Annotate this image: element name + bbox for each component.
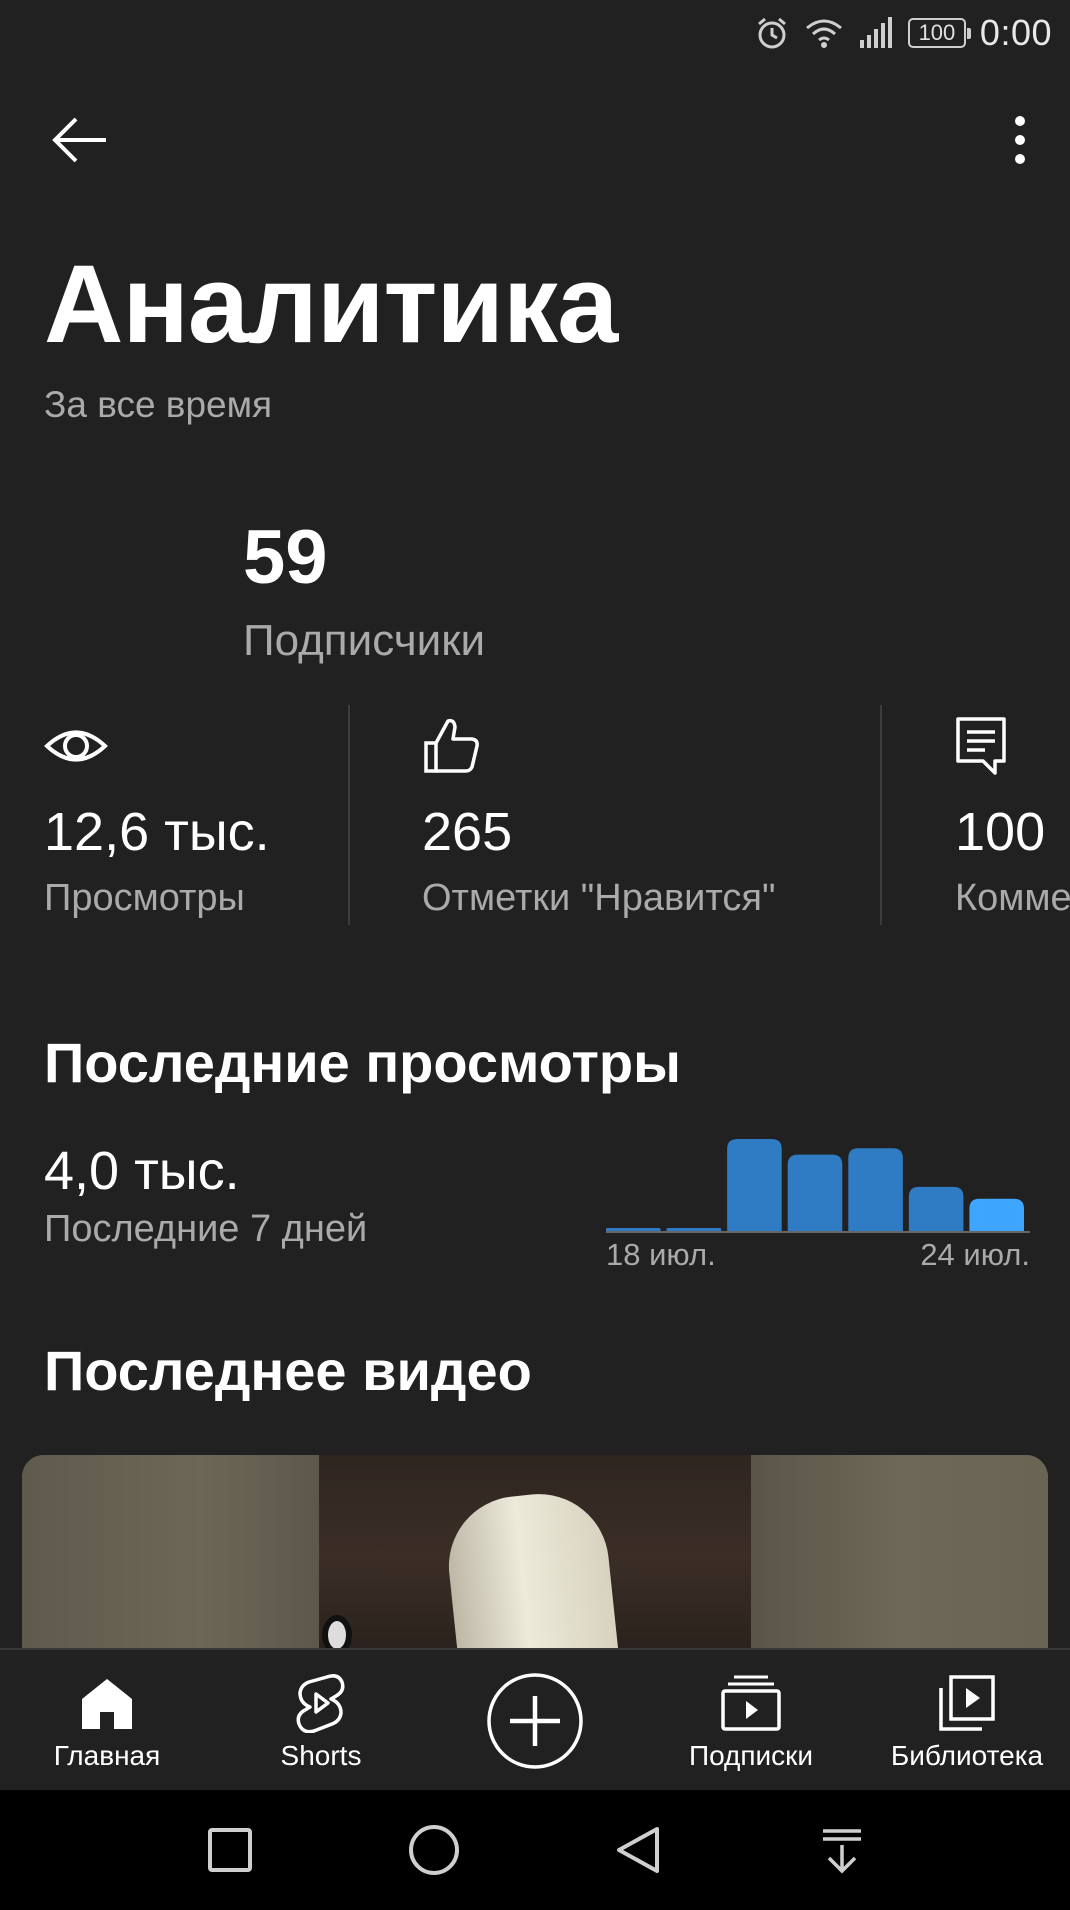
bottom-navigation: Главная Shorts Подписки Библиотека (0, 1648, 1070, 1790)
notifications-pull-button[interactable] (812, 1820, 872, 1880)
nav-library[interactable]: Библиотека (860, 1650, 1070, 1790)
back-button[interactable] (40, 105, 120, 175)
nav-shorts[interactable]: Shorts (214, 1650, 428, 1790)
stat-divider (348, 705, 350, 925)
thumbs-up-icon (424, 718, 479, 773)
recent-views-period: Последние 7 дней (44, 1208, 368, 1250)
home-icon (82, 1679, 132, 1729)
stat-value: 265 (422, 802, 513, 862)
stats-row: 12,6 тыс. Просмотры 265 Отметки "Нравитс… (0, 705, 1070, 925)
page-subtitle: За все время (44, 384, 273, 425)
nav-label: Библиотека (890, 1740, 1044, 1771)
arrow-left-icon (52, 117, 106, 163)
signal-icon (859, 17, 892, 48)
nav-home[interactable]: Главная (0, 1650, 214, 1790)
nav-label: Shorts (280, 1740, 362, 1771)
latest-video-thumbnail[interactable] (22, 1455, 1048, 1655)
page-title: Аналитика (44, 243, 618, 366)
chart-bar (787, 1154, 843, 1231)
recent-views-chart[interactable]: 18 июл. 24 июл. (606, 1125, 1030, 1275)
stat-value: 12,6 тыс. (44, 802, 270, 862)
stat-label: Комментарии (955, 877, 1070, 919)
stat-divider (880, 705, 882, 925)
nav-label: Подписки (688, 1740, 814, 1771)
latest-video-title: Последнее видео (44, 1339, 532, 1402)
library-icon (939, 1675, 995, 1731)
stat-label: Просмотры (44, 877, 245, 919)
nav-label: Главная (53, 1740, 161, 1771)
eye-icon (44, 730, 108, 762)
shorts-icon (296, 1674, 345, 1733)
stat-views[interactable]: 12,6 тыс. Просмотры (44, 705, 344, 925)
notifications-pull-icon (823, 1829, 861, 1874)
stat-value: 100 (955, 802, 1046, 862)
more-vertical-icon (1015, 116, 1025, 164)
recent-views-value: 4,0 тыс. (44, 1141, 240, 1201)
nav-create[interactable] (428, 1650, 642, 1790)
battery-icon: 100 (907, 18, 971, 48)
chart-bar (848, 1148, 903, 1231)
subscribers-label: Подписчики (243, 616, 486, 665)
back-button-system[interactable] (608, 1820, 668, 1880)
create-plus-icon (487, 1673, 583, 1769)
thumbnail-blur-right (751, 1455, 1048, 1655)
wifi-icon (805, 19, 842, 48)
status-time: 0:00 (979, 12, 1052, 53)
recent-views-title: Последние просмотры (44, 1031, 681, 1094)
chart-bar (908, 1186, 964, 1231)
stat-label: Отметки "Нравится" (422, 877, 776, 919)
chart-bar (969, 1198, 1024, 1231)
recents-button[interactable] (200, 1820, 260, 1880)
recents-square-icon (208, 1828, 252, 1872)
chart-tick-label: 18 июл. (606, 1237, 716, 1272)
system-navigation-bar (0, 1790, 1070, 1910)
chart-bar (606, 1228, 661, 1231)
chart-bar (666, 1228, 722, 1231)
thumbnail-blur-left (22, 1455, 319, 1655)
status-icons: 100 0:00 (754, 10, 1052, 56)
top-bar (0, 90, 1070, 190)
chart-bar (727, 1139, 782, 1231)
alarm-icon (757, 17, 786, 49)
subscribers-count: 59 (243, 515, 328, 600)
back-triangle-icon (617, 1827, 659, 1873)
home-circle-icon (409, 1825, 459, 1875)
more-options-button[interactable] (990, 105, 1050, 175)
subscriptions-icon (721, 1675, 781, 1731)
nav-subscriptions[interactable]: Подписки (644, 1650, 858, 1790)
chart-tick-label: 24 июл. (920, 1237, 1030, 1272)
battery-level: 100 (918, 20, 956, 45)
stat-likes[interactable]: 265 Отметки "Нравится" (422, 705, 872, 925)
status-bar: 100 0:00 (0, 0, 1070, 66)
stat-comments[interactable]: 100 Комментарии (955, 705, 1070, 925)
comment-icon (956, 717, 1006, 775)
home-button[interactable] (404, 1820, 464, 1880)
